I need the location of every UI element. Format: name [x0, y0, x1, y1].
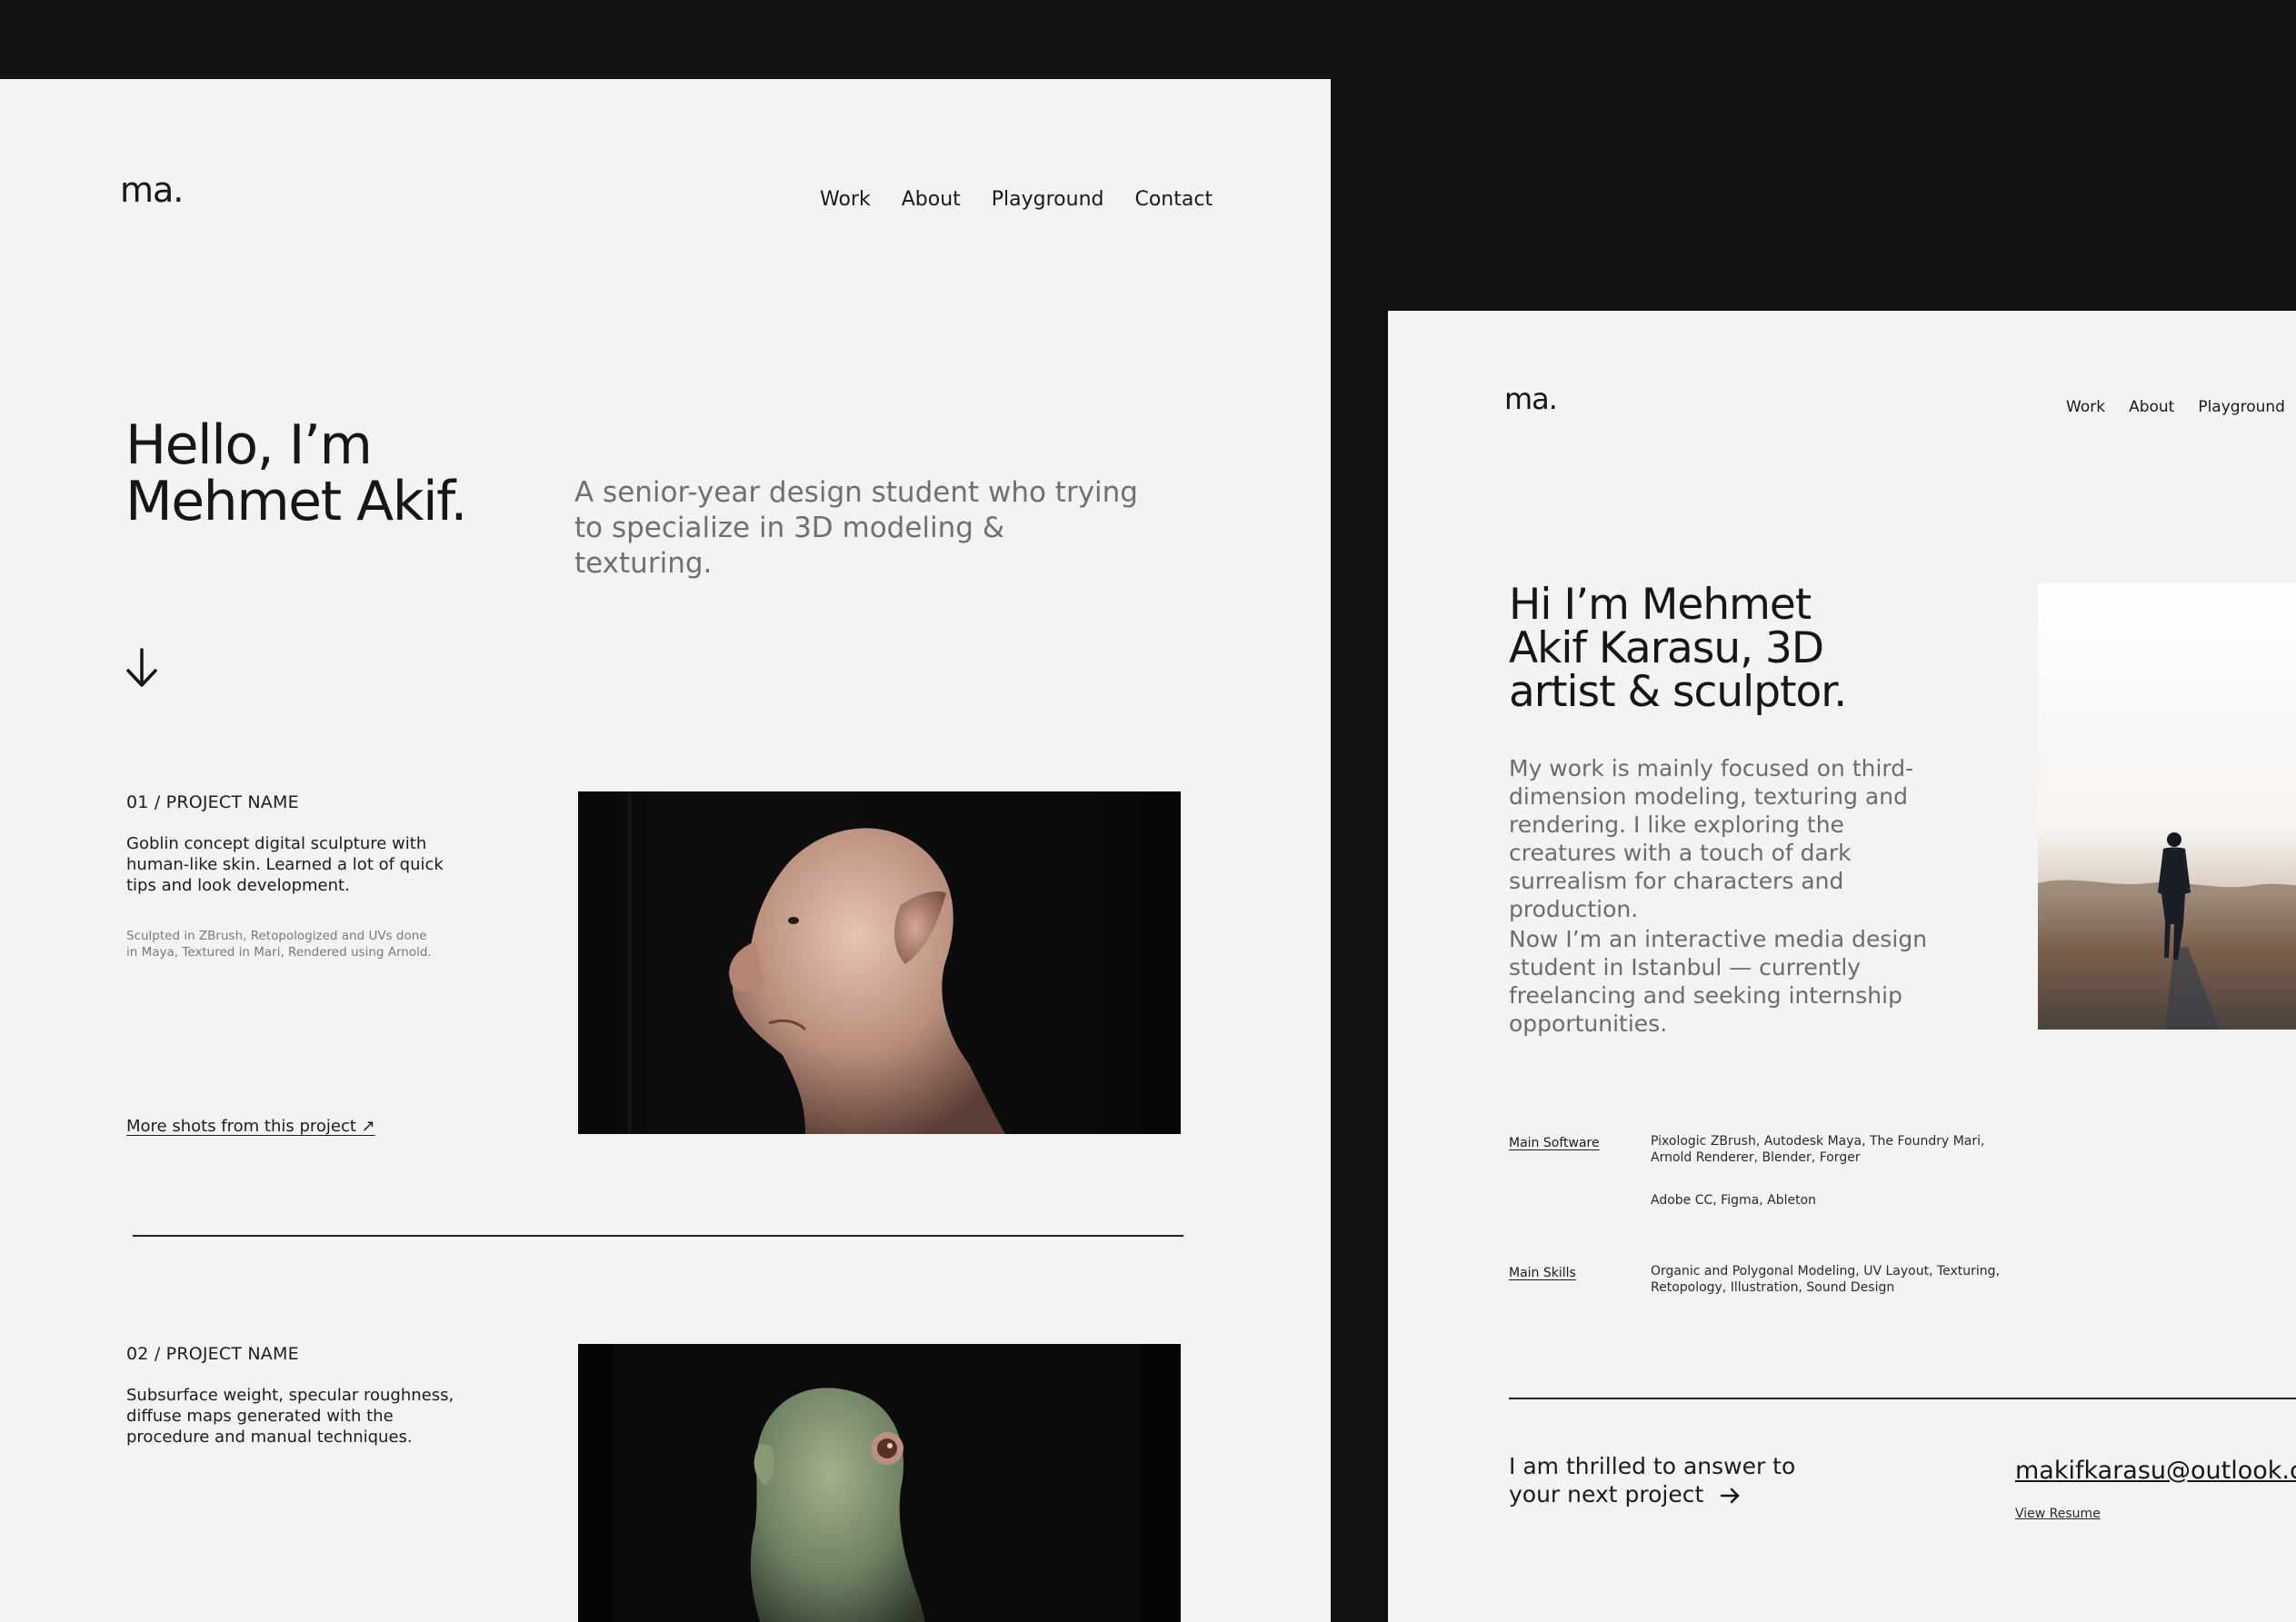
hero-title-line-2: Mehmet Akif.	[125, 470, 467, 533]
hero-subtitle: A senior-year design student who trying …	[574, 476, 1138, 580]
main-software-list-2: Adobe CC, Figma, Ableton	[1651, 1193, 1817, 1208]
nav-contact[interactable]: Contact	[1134, 188, 1213, 211]
nav-playground[interactable]: Playground	[2198, 398, 2285, 416]
down-arrow-icon[interactable]	[125, 647, 159, 689]
about-paragraph-2: Now I’m an interactive media design stud…	[1509, 926, 1928, 1037]
project-1-image-goblin-sculpture[interactable]	[578, 791, 1181, 1134]
project-1-tech-notes: Sculpted in ZBrush, Retopologized and UV…	[126, 929, 432, 960]
site-logo[interactable]: ma.	[1504, 382, 1558, 416]
main-software-label[interactable]: Main Software	[1509, 1136, 1600, 1150]
project-2-image-reptile-sculpture[interactable]	[578, 1344, 1181, 1622]
section-divider	[1509, 1398, 2296, 1399]
home-page-frame: ma. Work About Playground Contact Hello,…	[0, 79, 1331, 1622]
email-link[interactable]: makifkarasu@outlook.com	[2015, 1457, 2296, 1485]
project-1-more-shots-link[interactable]: More shots from this project ↗	[126, 1117, 375, 1136]
nav-about[interactable]: About	[902, 188, 961, 211]
site-logo[interactable]: ma.	[120, 170, 184, 210]
portrait-photo	[2038, 583, 2296, 1030]
hero-title-line-1: Hello, I’m	[125, 413, 373, 477]
main-skills-label[interactable]: Main Skills	[1509, 1266, 1576, 1280]
nav-work[interactable]: Work	[2066, 398, 2105, 416]
project-1-description: Goblin concept digital sculpture with hu…	[126, 834, 444, 895]
section-divider	[133, 1235, 1183, 1237]
main-skills-list: Organic and Polygonal Modeling, UV Layou…	[1651, 1264, 2001, 1295]
hero-title: Hello, I’m Mehmet Akif.	[125, 417, 598, 530]
goblin-sculpture-image	[578, 791, 1181, 1134]
nav-playground[interactable]: Playground	[992, 188, 1104, 211]
about-paragraph-1: My work is mainly focused on third-dimen…	[1509, 755, 1914, 922]
about-title: Hi I’m Mehmet Akif Karasu, 3D artist & s…	[1509, 580, 1847, 717]
nav-work[interactable]: Work	[820, 188, 871, 211]
main-nav: Work About Playground	[2066, 398, 2285, 416]
project-2-heading: 02 / PROJECT NAME	[126, 1344, 299, 1364]
project-1-heading: 01 / PROJECT NAME	[126, 792, 299, 812]
main-software-list-1: Pixologic ZBrush, Autodesk Maya, The Fou…	[1651, 1134, 1985, 1165]
main-nav: Work About Playground Contact	[820, 188, 1213, 211]
cta-block[interactable]: I am thrilled to answer to your next pro…	[1509, 1452, 1800, 1508]
walking-man-photo	[2038, 583, 2296, 1030]
about-page-frame: ma. Work About Playground Hi I’m Mehmet …	[1388, 311, 2296, 1622]
nav-about[interactable]: About	[2129, 398, 2174, 416]
reptile-sculpture-image	[578, 1344, 1181, 1622]
project-2-description: Subsurface weight, specular roughness, d…	[126, 1386, 454, 1447]
view-resume-link[interactable]: View Resume	[2015, 1507, 2101, 1521]
cta-text: I am thrilled to answer to your next pro…	[1509, 1453, 1796, 1508]
right-arrow-icon[interactable]	[1720, 1487, 1742, 1505]
